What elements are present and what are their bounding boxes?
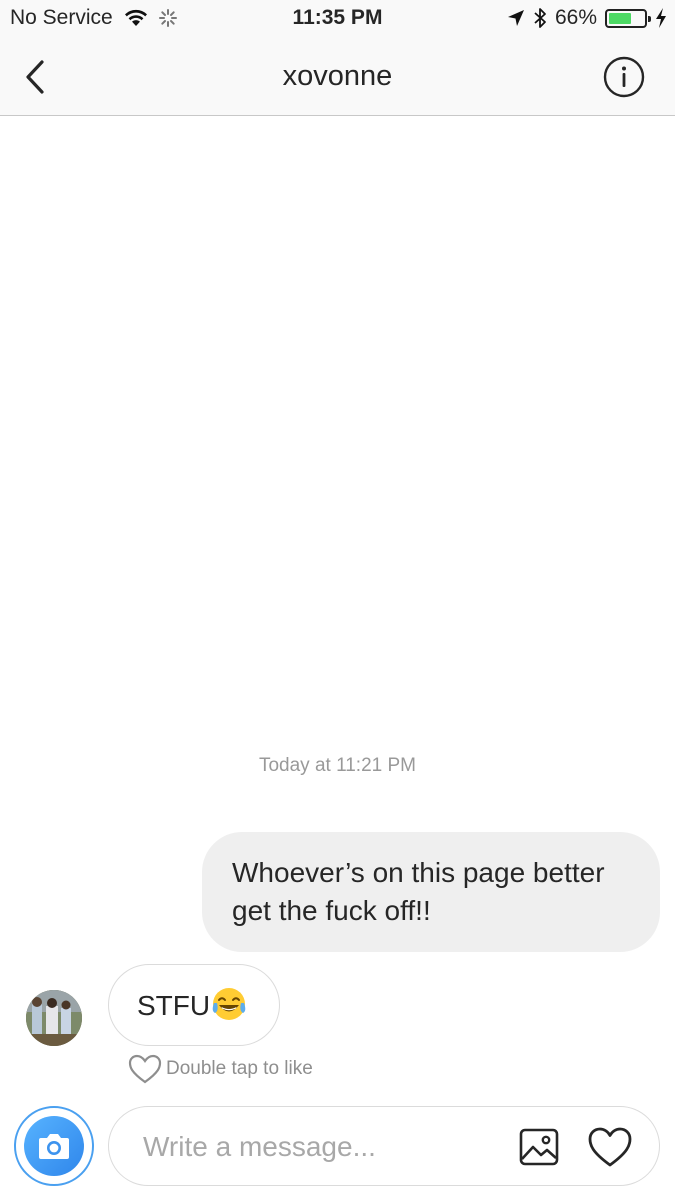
status-bar-right: 66% [507, 6, 667, 30]
message-input[interactable] [143, 1127, 493, 1167]
camera-icon [39, 1134, 69, 1159]
message-composer [108, 1106, 660, 1186]
like-hint-text: Double tap to like [166, 1058, 313, 1079]
location-arrow-icon [507, 10, 524, 26]
battery-cap [648, 15, 651, 22]
battery-percent: 66% [554, 6, 597, 29]
outgoing-message-bubble[interactable]: Whoever’s on this page better get the fu… [202, 832, 660, 952]
incoming-message-text: STFU [137, 990, 211, 1021]
double-tap-like-hint: Double tap to like [128, 1054, 313, 1084]
camera-button-fill [24, 1116, 84, 1176]
incoming-message-bubble[interactable]: STFU [108, 964, 280, 1046]
status-bar: No Service 11:35 PM 66% [0, 0, 675, 38]
charging-bolt-icon [656, 8, 666, 28]
battery-icon [605, 8, 651, 28]
battery-level-fill [609, 12, 632, 24]
conversation-title[interactable]: xovonne [0, 60, 675, 93]
avatar-photo [26, 990, 82, 1046]
heart-outline-icon [128, 1054, 162, 1084]
gallery-icon[interactable] [519, 1127, 559, 1167]
camera-button[interactable] [14, 1106, 94, 1186]
avatar[interactable] [26, 990, 82, 1046]
outgoing-message-text: Whoever’s on this page better get the fu… [232, 857, 605, 926]
message-timestamp: Today at 11:21 PM [258, 755, 417, 776]
nav-bar: xovonne [0, 38, 675, 116]
heart-icon[interactable] [587, 1126, 633, 1168]
info-icon[interactable] [603, 56, 645, 98]
bluetooth-icon [534, 8, 546, 28]
face-with-tears-of-joy-icon [212, 988, 246, 1020]
